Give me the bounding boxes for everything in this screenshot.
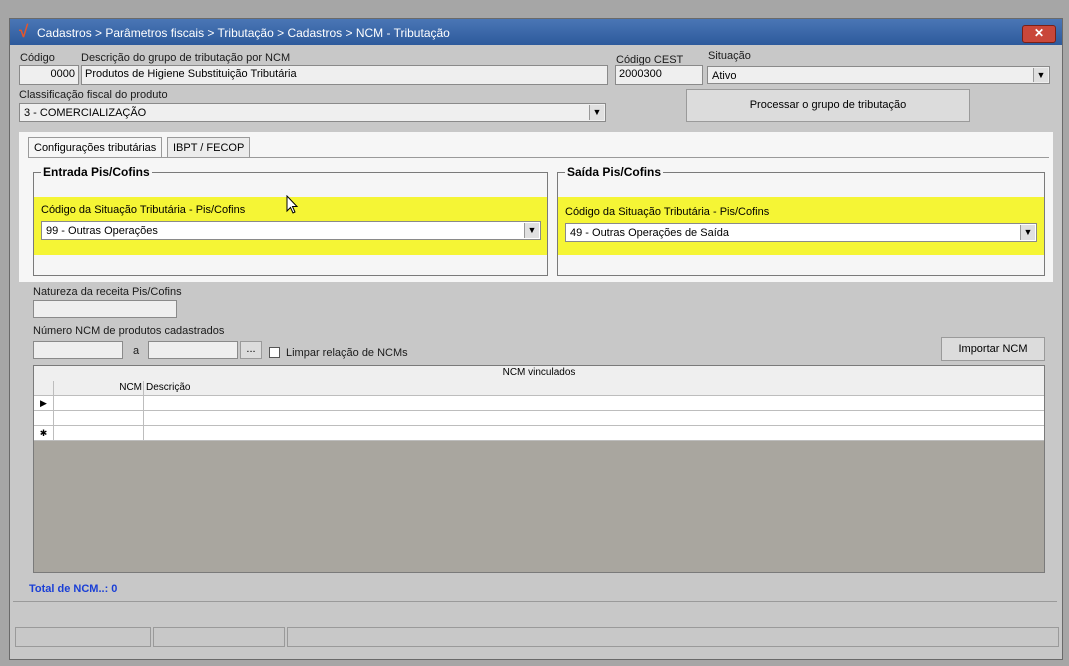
entrada-group: Entrada Pis/Cofins Código da Situação Tr… <box>33 165 548 276</box>
table-row[interactable] <box>34 411 1044 426</box>
saida-cst-select[interactable]: 49 - Outras Operações de Saída ▼ <box>565 223 1037 242</box>
status-panel-3 <box>287 627 1059 647</box>
ncm-range-separator: a <box>133 345 140 357</box>
row-descricao-cell[interactable] <box>144 396 1044 410</box>
tab-configuracoes[interactable]: Configurações tributárias <box>28 137 163 157</box>
close-button[interactable]: ✕ <box>1022 25 1056 43</box>
entrada-cst-label: Código da Situação Tributária - Pis/Cofi… <box>41 204 246 216</box>
saida-cst-label: Código da Situação Tributária - Pis/Cofi… <box>565 206 770 218</box>
ncm-grid: NCM vinculados NCM Descrição ▶ ✱ <box>33 365 1045 573</box>
row-descricao-cell[interactable] <box>144 411 1044 425</box>
table-row[interactable]: ▶ <box>34 396 1044 411</box>
chevron-down-icon[interactable]: ▼ <box>589 105 604 120</box>
natureza-field[interactable] <box>33 300 177 318</box>
codigo-label: Código <box>20 52 55 64</box>
situacao-select[interactable]: Ativo ▼ <box>707 66 1050 84</box>
row-ncm-cell[interactable] <box>54 396 144 410</box>
table-row-new[interactable]: ✱ <box>34 426 1044 441</box>
row-pointer-icon: ▶ <box>34 396 54 410</box>
saida-title: Saída Pis/Cofins <box>565 165 664 179</box>
clear-ncm-checkbox[interactable] <box>269 347 280 358</box>
chevron-down-icon[interactable]: ▼ <box>1020 225 1035 240</box>
classificacao-select[interactable]: 3 - COMERCIALIZAÇÃO ▼ <box>19 103 606 122</box>
ncm-from-field[interactable] <box>33 341 123 359</box>
entrada-title: Entrada Pis/Cofins <box>41 165 152 179</box>
main-window: √ Cadastros > Parâmetros fiscais > Tribu… <box>9 18 1063 660</box>
column-header-descricao[interactable]: Descrição <box>144 381 1044 395</box>
tab-ibpt-fecop[interactable]: IBPT / FECOP <box>167 137 251 157</box>
clear-ncm-label: Limpar relação de NCMs <box>286 347 408 359</box>
ncm-range-label: Número NCM de produtos cadastrados <box>33 325 225 337</box>
total-ncm-label: Total de NCM..: 0 <box>29 583 118 595</box>
column-header-ncm[interactable]: NCM <box>54 381 144 395</box>
tab-panel: Configurações tributárias IBPT / FECOP E… <box>19 132 1053 282</box>
row-ncm-cell[interactable] <box>54 411 144 425</box>
situacao-value: Ativo <box>712 70 737 82</box>
descricao-field[interactable]: Produtos de Higiene Substituição Tributá… <box>81 65 608 85</box>
classificacao-value: 3 - COMERCIALIZAÇÃO <box>24 107 147 119</box>
situacao-label: Situação <box>708 50 751 62</box>
status-panel-1 <box>15 627 151 647</box>
browse-ncm-button[interactable]: ... <box>240 341 262 359</box>
row-indicator-cell <box>34 411 54 425</box>
ncm-to-field[interactable] <box>148 341 238 359</box>
saida-cst-value: 49 - Outras Operações de Saída <box>570 227 729 239</box>
saida-group: Saída Pis/Cofins Código da Situação Trib… <box>557 165 1045 276</box>
mouse-cursor-icon <box>286 195 299 214</box>
new-row-asterisk-icon: ✱ <box>34 426 54 440</box>
natureza-label: Natureza da receita Pis/Cofins <box>33 286 182 298</box>
app-logo-icon: √ <box>18 22 28 41</box>
row-ncm-cell[interactable] <box>54 426 144 440</box>
entrada-cst-select[interactable]: 99 - Outras Operações ▼ <box>41 221 541 240</box>
import-ncm-button[interactable]: Importar NCM <box>941 337 1045 361</box>
chevron-down-icon[interactable]: ▼ <box>524 223 539 238</box>
classificacao-label: Classificação fiscal do produto <box>19 89 168 101</box>
cest-field[interactable]: 2000300 <box>615 65 703 85</box>
grid-header-row: NCM Descrição <box>34 381 1044 396</box>
processar-button[interactable]: Processar o grupo de tributação <box>686 89 970 122</box>
chevron-down-icon[interactable]: ▼ <box>1033 68 1048 82</box>
tab-divider <box>28 157 1049 158</box>
grid-title: NCM vinculados <box>34 366 1044 382</box>
row-descricao-cell[interactable] <box>144 426 1044 440</box>
status-panel-2 <box>153 627 285 647</box>
entrada-cst-value: 99 - Outras Operações <box>46 225 158 237</box>
separator <box>13 601 1057 602</box>
codigo-field[interactable]: 0000 <box>19 65 79 85</box>
title-bar: √ Cadastros > Parâmetros fiscais > Tribu… <box>10 19 1062 45</box>
descricao-label: Descrição do grupo de tributação por NCM <box>81 52 291 64</box>
saida-highlight: Código da Situação Tributária - Pis/Cofi… <box>558 197 1044 255</box>
grid-indicator-header <box>34 381 54 395</box>
window-title: Cadastros > Parâmetros fiscais > Tributa… <box>37 26 450 40</box>
